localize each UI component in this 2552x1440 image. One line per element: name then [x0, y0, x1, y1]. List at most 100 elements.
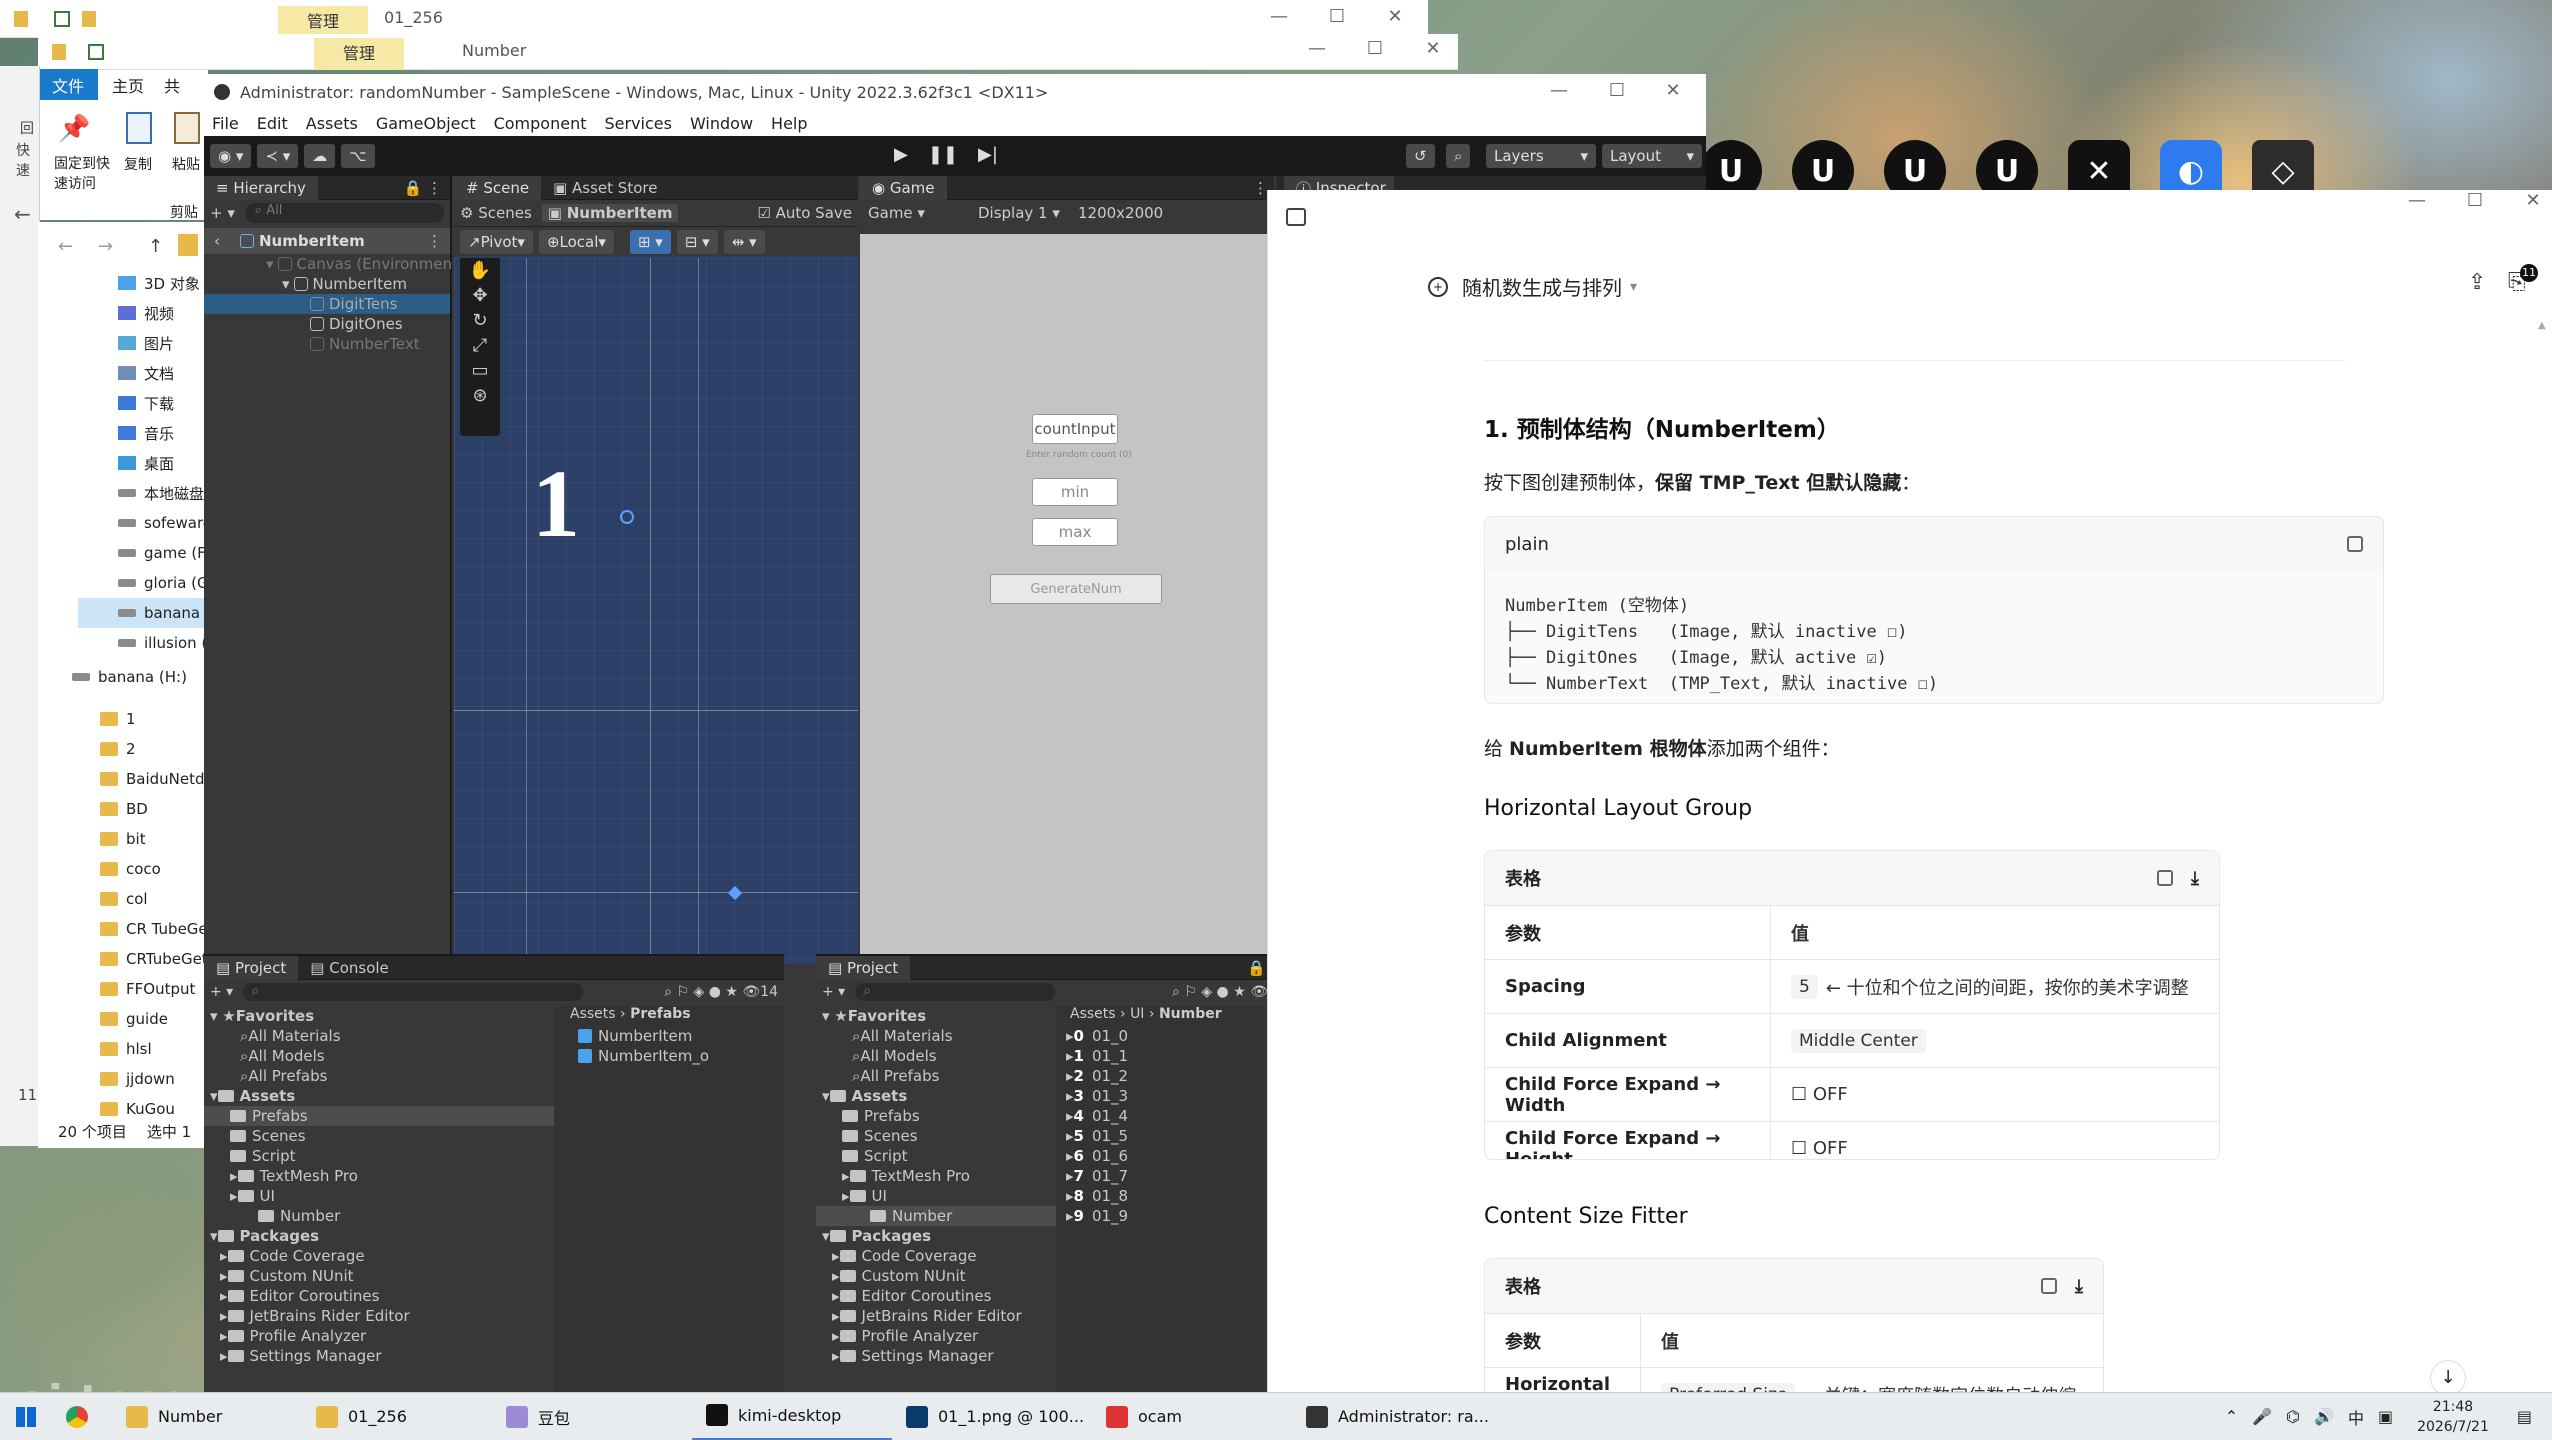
volume-icon[interactable]: 🔊	[2314, 1407, 2334, 1426]
project-tree-item[interactable]: ▸ Code Coverage	[204, 1246, 554, 1266]
step-icon[interactable]: ▶|	[978, 144, 998, 165]
filter-icons[interactable]: ⌕ ⚐ ◈ ● ★ 👁14	[664, 984, 778, 1000]
download-icon[interactable]: ⤓	[2075, 1276, 2083, 1297]
breadcrumb-scenes[interactable]: ⚙ Scenes	[460, 204, 532, 222]
project-tree-item[interactable]: ▸ Settings Manager	[816, 1346, 1056, 1366]
menu-item[interactable]: Assets	[306, 114, 358, 133]
tab-game[interactable]: ◉ Game	[860, 175, 947, 200]
project-tree-item[interactable]: ⌕ All Prefabs	[816, 1066, 1056, 1086]
ime-indicator[interactable]: 中	[2348, 1405, 2364, 1429]
add-icon[interactable]: + ▾	[210, 984, 233, 1000]
maximize-icon[interactable]: ☐	[1346, 38, 1404, 59]
hierarchy-root[interactable]: ‹ NumberItem ⋮	[204, 228, 450, 254]
account-button[interactable]: ◉ ▾	[210, 144, 252, 168]
layout-dropdown[interactable]: Layout ▾	[1602, 144, 1702, 168]
project-tree-item[interactable]: ▾ ★ Favorites	[204, 1006, 554, 1026]
explorer-back-titlebar[interactable]: 管理 01_256 — ☐ ✕	[0, 0, 1428, 38]
network-icon[interactable]: ⌬	[2286, 1407, 2300, 1426]
search-icon[interactable]: ⌕	[1446, 144, 1471, 168]
taskbar-item[interactable]: kimi-desktop	[692, 1393, 892, 1440]
copy-button-label[interactable]: 复制	[124, 154, 152, 174]
project-tree-item[interactable]: ▸ UI	[816, 1186, 1056, 1206]
maximize-icon[interactable]: ☐	[1308, 6, 1366, 27]
paste-button-label[interactable]: 粘贴	[172, 154, 200, 174]
project-tree-item[interactable]: ▾ Packages	[816, 1226, 1056, 1246]
unity-titlebar[interactable]: Administrator: randomNumber - SampleScen…	[204, 74, 1706, 110]
minimize-icon[interactable]: —	[1288, 38, 1346, 59]
back-arrow-icon[interactable]: ←	[14, 202, 31, 226]
history-icon[interactable]: ↺	[1406, 144, 1435, 168]
sprite-item[interactable]: ▸ 1 01_1	[1066, 1046, 1274, 1066]
project-tree-item[interactable]: ▸ Profile Analyzer	[816, 1326, 1056, 1346]
project-tree-item[interactable]: ▸ Editor Coroutines	[816, 1286, 1056, 1306]
prefab-file[interactable]: NumberItem	[578, 1026, 784, 1046]
nav-back-icon[interactable]: ←	[58, 236, 73, 257]
project-tree-item[interactable]: ▸ Code Coverage	[816, 1246, 1056, 1266]
tab-console[interactable]: ▤ Console	[298, 956, 401, 980]
nav-forward-icon[interactable]: →	[98, 236, 113, 257]
explorer-front-titlebar[interactable]: 管理 Number — ☐ ✕	[38, 34, 1458, 70]
taskbar-item[interactable]: Number	[112, 1393, 302, 1440]
project-tree-item[interactable]: ▾ Assets	[204, 1086, 554, 1106]
project-tree-item[interactable]: Prefabs	[204, 1106, 554, 1126]
copy-icon[interactable]	[2041, 1278, 2058, 1294]
sprite-item[interactable]: ▸ 4 01_4	[1066, 1106, 1274, 1126]
project-tree-item[interactable]: ▸ JetBrains Rider Editor	[204, 1306, 554, 1326]
breadcrumb-numberitem[interactable]: ▣ NumberItem	[541, 204, 679, 222]
project-tree-item[interactable]: ▸ Profile Analyzer	[204, 1326, 554, 1346]
sprite-item[interactable]: ▸ 8 01_8	[1066, 1186, 1274, 1206]
menu-item[interactable]: Help	[771, 114, 807, 133]
manage-tab[interactable]: 管理	[314, 38, 404, 70]
menu-item[interactable]: Component	[494, 114, 587, 133]
pivot-dropdown[interactable]: ↗ Pivot ▾	[460, 229, 533, 254]
pivot-handle[interactable]	[620, 510, 634, 524]
menu-item[interactable]: File	[212, 114, 239, 133]
menu-item[interactable]: Edit	[257, 114, 288, 133]
tab-project[interactable]: ▤ Project	[204, 955, 299, 980]
lock-icon[interactable]: 🔒 ⋮	[404, 179, 442, 197]
scroll-down-button[interactable]: ↓	[2430, 1360, 2466, 1396]
project-search[interactable]: ⌕	[243, 983, 584, 1001]
add-icon[interactable]: + ▾	[822, 984, 845, 1000]
project-tree-item[interactable]: Number	[816, 1206, 1056, 1226]
tab-project[interactable]: ▤ Project	[816, 955, 911, 980]
local-dropdown[interactable]: ⊕ Local ▾	[538, 229, 614, 254]
count-input[interactable]: countInput	[1032, 414, 1118, 444]
sprite-item[interactable]: ▸ 5 01_5	[1066, 1126, 1274, 1146]
add-icon[interactable]: + ▾	[210, 204, 235, 222]
lock-icon[interactable]: 🔒	[1247, 959, 1266, 977]
scale-tool-icon[interactable]: ⤢	[473, 335, 487, 356]
start-button[interactable]	[0, 1393, 52, 1440]
hierarchy-item[interactable]: DigitOnes	[204, 314, 450, 334]
pin-button-label[interactable]: 固定到快速访问	[54, 154, 114, 194]
copy-icon[interactable]	[2157, 870, 2174, 886]
antivirus-icon[interactable]: ▣	[2378, 1407, 2393, 1426]
project-tree-item[interactable]: Script	[204, 1146, 554, 1166]
tab-asset-store[interactable]: ▣ Asset Store	[541, 176, 669, 200]
project-tree-item[interactable]: ▸ Custom NUnit	[816, 1266, 1056, 1286]
download-icon[interactable]: ⤓	[2191, 868, 2199, 889]
tab-scene[interactable]: # Scene	[454, 175, 542, 200]
taskbar-item[interactable]: Administrator: ra...	[1292, 1393, 1522, 1440]
collab-button[interactable]: ≺ ▾	[257, 144, 299, 168]
layers-dropdown[interactable]: Layers ▾	[1486, 144, 1596, 168]
rect-tool-icon[interactable]: ▭	[471, 360, 488, 381]
project-tree-item[interactable]: ▸ JetBrains Rider Editor	[816, 1306, 1056, 1326]
project-tree-item[interactable]: ▸ Settings Manager	[204, 1346, 554, 1366]
generate-button[interactable]: GenerateNum	[990, 574, 1162, 604]
nav-tree-root[interactable]: banana (H:)	[62, 662, 187, 692]
filter-icons[interactable]: ⌕ ⚐ ◈ ● ★ 👁	[1172, 984, 1268, 1000]
close-icon[interactable]: ✕	[2504, 190, 2552, 211]
project-tree-item[interactable]: Number	[204, 1206, 554, 1226]
project-tree-item[interactable]: ⌕ All Models	[204, 1046, 554, 1066]
project-tree-item[interactable]: Script	[816, 1146, 1056, 1166]
maximize-icon[interactable]: ☐	[2446, 190, 2504, 211]
chrome-icon[interactable]	[52, 1393, 112, 1440]
chevron-up-icon[interactable]: ⌃	[2225, 1407, 2238, 1426]
sprite-item[interactable]: ▸ 9 01_9	[1066, 1206, 1274, 1226]
project-tree-item[interactable]: ▸ TextMesh Pro	[816, 1166, 1056, 1186]
project-tree-item[interactable]: ▸ UI	[204, 1186, 554, 1206]
rect-handle[interactable]	[727, 885, 743, 901]
display-dropdown[interactable]: Display 1 ▾	[970, 204, 1070, 222]
menu-item[interactable]: Services	[604, 114, 671, 133]
